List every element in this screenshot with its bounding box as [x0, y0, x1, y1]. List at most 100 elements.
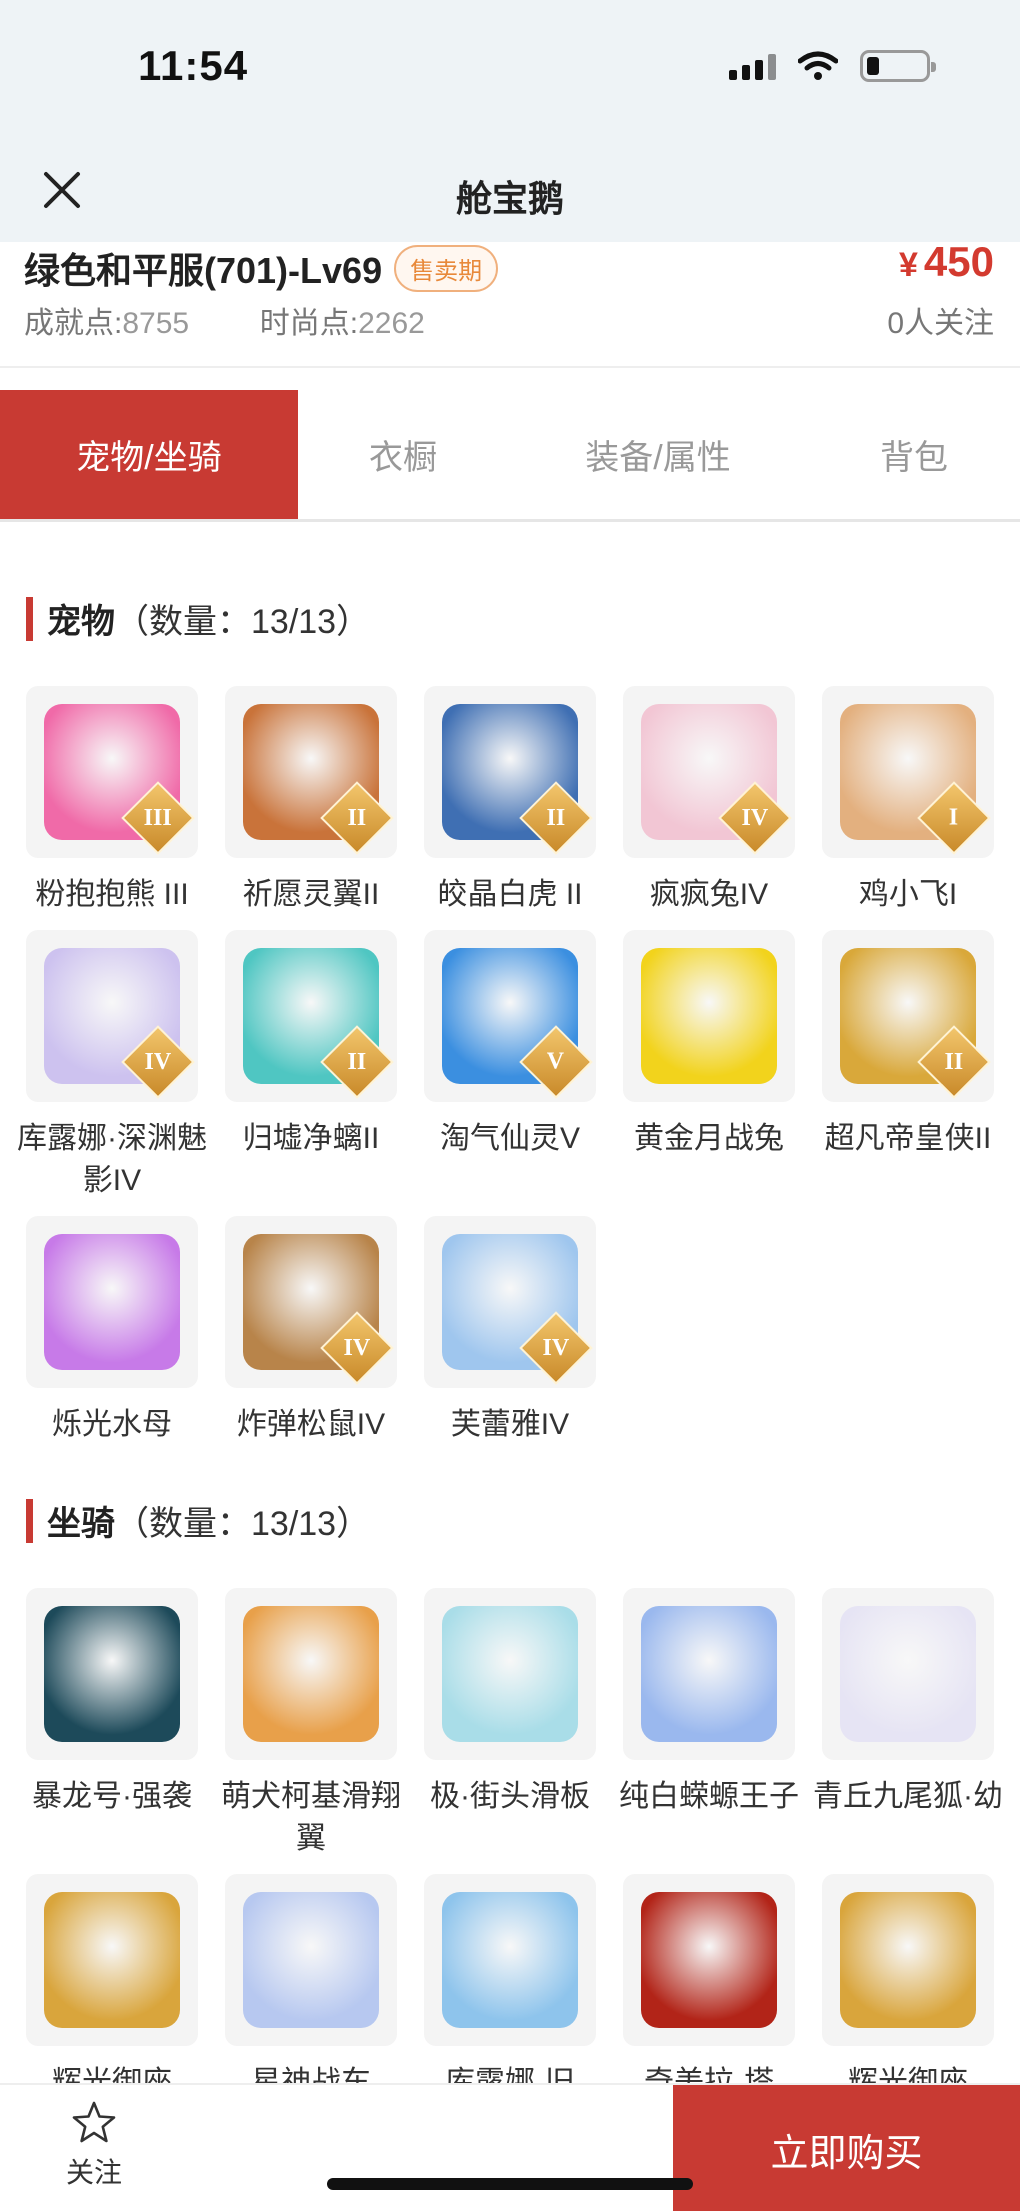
tab-pets-mounts[interactable]: 宠物/坐骑	[0, 390, 298, 519]
mounts-section-title: 坐骑 （数量：13/13）	[26, 1496, 370, 1545]
tab-bar: 宠物/坐骑 衣橱 装备/属性 背包	[0, 390, 1020, 522]
follow-button[interactable]: 关注	[44, 2099, 144, 2199]
mount-name: 纯白蝾螈王子	[619, 1780, 799, 1813]
mount-item[interactable]: 暴龙号·强袭	[26, 1588, 198, 1860]
pet-item[interactable]: IV 库露娜·深渊魅影IV	[17, 930, 207, 1202]
mount-item[interactable]: 辉光御座	[822, 1874, 994, 2104]
item-name-text: 绿色和平服(701)-Lv69	[24, 250, 383, 291]
mount-thumbnail	[822, 1874, 994, 2046]
mount-thumbnail	[623, 1874, 795, 2046]
level-badge-text: V	[547, 1048, 565, 1075]
mounts-title: 坐骑	[47, 1505, 115, 1543]
home-indicator	[327, 2178, 693, 2190]
pet-item[interactable]: IV 疯疯兔IV	[623, 686, 795, 916]
pet-name: 鸡小飞I	[858, 878, 958, 911]
pet-item[interactable]: II 归墟净螭II	[225, 930, 397, 1202]
pet-thumbnail: II	[424, 686, 596, 858]
mount-name: 青丘九尾狐·幼	[813, 1780, 1003, 1813]
pet-item[interactable]: IV 芙蕾雅IV	[424, 1216, 596, 1446]
mount-item[interactable]: 星神战车	[225, 1874, 397, 2104]
mount-thumbnail	[225, 1588, 397, 1760]
status-badge: 售卖期	[394, 244, 499, 292]
mount-item[interactable]: 纯白蝾螈王子	[619, 1588, 799, 1860]
pet-image	[44, 1234, 180, 1370]
mount-thumbnail	[424, 1874, 596, 2046]
pet-thumbnail: IV	[225, 1216, 397, 1388]
pet-thumbnail: II	[822, 930, 994, 1102]
mount-image	[442, 1606, 578, 1742]
mount-item[interactable]: 库露娜-旧	[424, 1874, 596, 2104]
mount-item[interactable]: 辉光御座	[26, 1874, 198, 2104]
pet-name: 炸弹松鼠IV	[236, 1408, 386, 1441]
pet-item[interactable]: I 鸡小飞I	[822, 686, 994, 916]
status-icons	[729, 50, 936, 82]
pet-item[interactable]: V 淘气仙灵V	[424, 930, 596, 1202]
mount-image	[44, 1606, 180, 1742]
currency-symbol: ¥	[899, 246, 918, 284]
mount-thumbnail	[26, 1588, 198, 1760]
mount-image	[243, 1892, 379, 2028]
pet-item[interactable]: 黄金月战兔	[623, 930, 795, 1202]
pet-name: 黄金月战兔	[634, 1122, 784, 1155]
price: ¥450	[899, 238, 994, 286]
pet-name: 淘气仙灵V	[439, 1122, 580, 1155]
pet-name: 芙蕾雅IV	[450, 1408, 570, 1441]
mount-image	[840, 1606, 976, 1742]
battery-icon	[860, 50, 936, 82]
mount-item[interactable]: 极·街头滑板	[424, 1588, 596, 1860]
level-badge-text: IV	[144, 1048, 172, 1075]
mount-thumbnail	[623, 1588, 795, 1760]
pet-item[interactable]: 烁光水母	[26, 1216, 198, 1446]
pet-name: 粉抱抱熊 III	[35, 878, 189, 911]
mount-item[interactable]: 萌犬柯基滑翔翼	[221, 1588, 401, 1860]
nav-bar: 舱宝鹅	[0, 140, 1020, 242]
cellular-signal-icon	[729, 52, 776, 80]
pets-grid: III 粉抱抱熊 III II 祈愿灵翼II II 皎晶白虎 II IV 疯疯兔IV I 鸡小飞I…	[17, 686, 996, 1446]
mount-thumbnail	[26, 1874, 198, 2046]
mount-item[interactable]: 奇美拉-塔	[623, 1874, 795, 2104]
follow-label: 关注	[65, 2157, 122, 2188]
pet-item[interactable]: II 超凡帝皇侠II	[822, 930, 994, 1202]
pets-section-title: 宠物 （数量：13/13）	[26, 594, 370, 643]
mount-image	[44, 1892, 180, 2028]
item-name: 绿色和平服(701)-Lv69 售卖期	[24, 242, 499, 294]
pet-name: 烁光水母	[52, 1408, 172, 1441]
mount-item[interactable]: 青丘九尾狐·幼	[813, 1588, 1003, 1860]
follower-count: 0人关注	[887, 307, 994, 340]
page-title: 舱宝鹅	[455, 178, 564, 219]
pet-item[interactable]: III 粉抱抱熊 III	[26, 686, 198, 916]
tab-backpack[interactable]: 背包	[808, 390, 1020, 519]
wifi-icon	[798, 51, 838, 80]
item-stats: 成就点:8755 时尚点:2262	[24, 298, 425, 342]
mount-thumbnail	[822, 1588, 994, 1760]
item-header: 绿色和平服(701)-Lv69 售卖期 成就点:8755 时尚点:2262 ¥4…	[0, 238, 1020, 368]
pet-item[interactable]: II 祈愿灵翼II	[225, 686, 397, 916]
tab-wardrobe[interactable]: 衣橱	[298, 390, 508, 519]
mount-image	[442, 1892, 578, 2028]
price-value: 450	[923, 238, 994, 285]
pet-thumbnail: II	[225, 686, 397, 858]
status-time: 11:54	[138, 42, 249, 89]
mount-image	[243, 1606, 379, 1742]
pet-item[interactable]: II 皎晶白虎 II	[424, 686, 596, 916]
tab-equipment[interactable]: 装备/属性	[508, 390, 808, 519]
bottom-bar: 关注 立即购买	[0, 2083, 1020, 2211]
mount-name: 萌犬柯基滑翔翼	[221, 1780, 401, 1855]
pet-thumbnail	[26, 1216, 198, 1388]
mount-image	[840, 1892, 976, 2028]
pet-item[interactable]: IV 炸弹松鼠IV	[225, 1216, 397, 1446]
mounts-grid: 暴龙号·强袭萌犬柯基滑翔翼极·街头滑板纯白蝾螈王子青丘九尾狐·幼辉光御座星神战车…	[26, 1588, 1003, 2104]
mount-image	[641, 1606, 777, 1742]
pet-name: 疯疯兔IV	[649, 878, 769, 911]
pet-name: 超凡帝皇侠II	[824, 1122, 992, 1155]
pets-count: （数量：13/13）	[115, 603, 371, 641]
level-badge-text: I	[949, 804, 959, 831]
pet-thumbnail: V	[424, 930, 596, 1102]
buy-now-button[interactable]: 立即购买	[673, 2085, 1020, 2211]
fashion-label: 时尚点:	[259, 307, 359, 340]
level-badge-text: II	[347, 1048, 367, 1075]
pets-title: 宠物	[47, 603, 115, 641]
pet-name: 库露娜·深渊魅影IV	[17, 1122, 207, 1197]
status-bar: 11:54	[0, 0, 1020, 140]
mounts-count: （数量：13/13）	[115, 1505, 371, 1543]
